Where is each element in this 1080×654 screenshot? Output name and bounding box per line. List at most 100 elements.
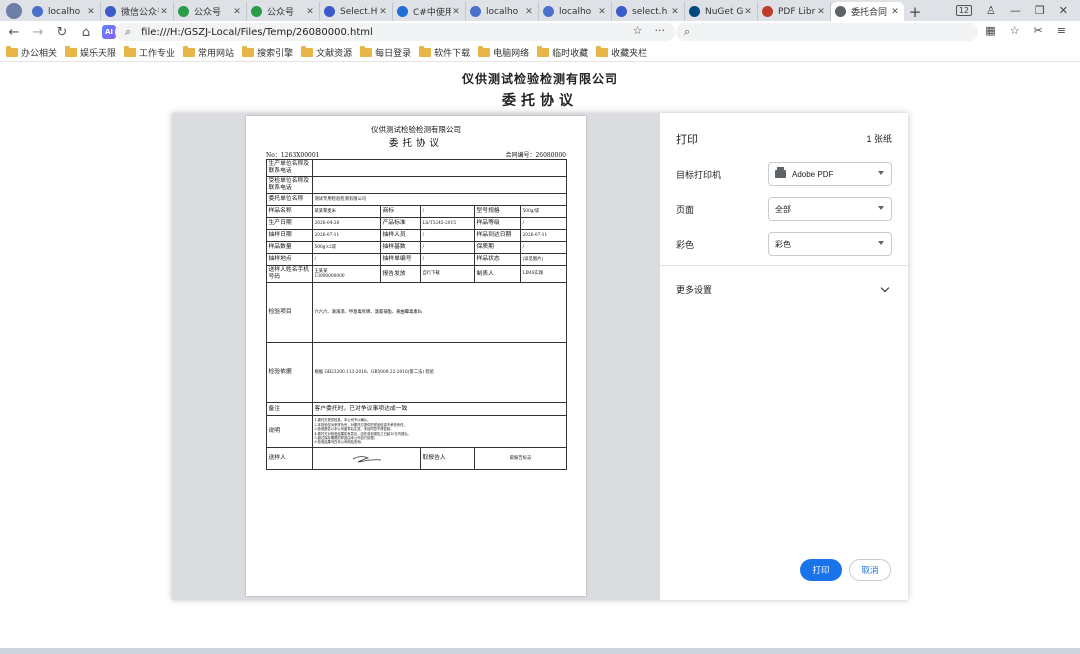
producer-label: 生产单位名称及联系电话 (266, 159, 313, 177)
folder-icon (301, 45, 314, 57)
signature-image (352, 455, 381, 462)
sample-name-value: 某某黎麦米 (312, 205, 381, 218)
tab-close-icon[interactable]: ✕ (86, 7, 96, 17)
reload-icon[interactable]: ↻ (52, 22, 72, 42)
home-icon[interactable]: ⌂ (76, 22, 96, 42)
globe-icon (470, 6, 481, 17)
url-text[interactable]: file:///H:/GSZJ-Local/Files/Temp/2608000… (141, 27, 373, 38)
base-label: 抽样基数 (380, 241, 421, 254)
bookmark-label: 常用网站 (198, 48, 235, 59)
bookmark-folder[interactable]: 电脑网络 (478, 45, 529, 59)
search-icon: ⌕ (684, 25, 691, 38)
brand-label: 商标 (380, 205, 421, 218)
star-icon[interactable]: ☆ (633, 24, 643, 37)
color-select[interactable]: 彩色 (768, 232, 892, 256)
chevron-down-icon (878, 241, 884, 245)
bookmark-folder[interactable]: 临时收藏 (537, 45, 589, 59)
gear-icon (105, 6, 116, 17)
tab-close-icon[interactable]: ✕ (378, 7, 388, 17)
search-input[interactable]: ⌕ (676, 23, 978, 41)
tab-close-icon[interactable]: ✕ (524, 7, 534, 17)
tab-close-icon[interactable]: ✕ (597, 7, 607, 17)
bookmark-folder[interactable]: 工作专业 (124, 45, 175, 59)
chevron-down-icon (880, 283, 890, 292)
sheet-no-label: 抽样单编号 (380, 253, 421, 266)
tab-2[interactable]: 公众号 ✕ (174, 2, 247, 21)
spec-label: 型号规格 (474, 205, 521, 218)
table-row: 检验项目 六六六、滴滴涕、甲基毒死蜱、溴氰菊酯、黄曲霉毒素B₁ (266, 282, 568, 343)
restore-icon[interactable]: ❐ (1035, 4, 1045, 17)
bookmark-folder[interactable]: 搜索引擎 (242, 45, 293, 59)
bookmark-folder[interactable]: 每日登录 (360, 45, 411, 59)
qty-value: 500g×2袋 (312, 241, 381, 254)
back-icon[interactable]: ← (4, 22, 24, 42)
tab-6[interactable]: localho ✕ (466, 2, 539, 21)
bookmark-folder[interactable]: 文献资源 (301, 45, 352, 59)
preview-sheet: 仪供测试检验检测有限公司 委托协议 No：1263X00001 合同编号：260… (246, 116, 586, 596)
minimize-icon[interactable]: — (1010, 4, 1021, 17)
tab-7[interactable]: localho ✕ (539, 2, 612, 21)
folder-icon (360, 45, 373, 57)
bookmark-folder[interactable]: 办公相关 (6, 45, 57, 59)
table-row: 说明 1.委托方提供信息，本公司予以确认。 2.本检验仅对来样负责，对委托方提供的… (266, 415, 568, 448)
pages-select[interactable]: 全部 (768, 197, 892, 221)
tab-close-icon[interactable]: ✕ (670, 7, 680, 17)
gear-icon (324, 6, 335, 17)
chevron-down-icon (878, 171, 884, 175)
remark-label: 备注 (266, 402, 313, 416)
bookmark-folder[interactable]: 收藏夹栏 (596, 45, 647, 59)
tab-close-icon[interactable]: ✕ (890, 7, 900, 17)
deliverer-label: 送样人 (266, 447, 313, 470)
menu-icon[interactable]: ≡ (1057, 24, 1066, 37)
bookmark-label: 临时收藏 (552, 48, 589, 59)
bookmark-label: 娱乐天限 (80, 48, 117, 59)
print-button[interactable]: 打印 (800, 559, 842, 581)
tab-1[interactable]: 微信公众号✕ (101, 2, 174, 21)
globe-icon (32, 6, 43, 17)
prod-date-label: 生产日期 (266, 217, 313, 230)
grid-icon[interactable]: ▦ (985, 24, 995, 37)
new-tab-button[interactable]: + (904, 2, 926, 21)
toolbar-actions: ▦ ☆ ✂ ≡ (985, 24, 1066, 37)
sheet-no-value: / (420, 253, 475, 266)
tab-close-icon[interactable]: ✕ (743, 7, 753, 17)
tab-4[interactable]: Select.H ✕ (320, 2, 393, 21)
address-bar[interactable]: ⌕ file:///H:/GSZJ-Local/Files/Temp/26080… (115, 23, 675, 41)
tab-10[interactable]: PDF Libr ✕ (758, 2, 831, 21)
destination-select[interactable]: Adobe PDF (768, 162, 892, 186)
bookmark-folder[interactable]: 软件下载 (419, 45, 470, 59)
cancel-button[interactable]: 取消 (849, 559, 891, 581)
tab-3[interactable]: 公众号 ✕ (247, 2, 320, 21)
nuget-icon (689, 6, 700, 17)
tab-label: localho (48, 6, 81, 17)
browser-logo-icon[interactable] (0, 0, 28, 21)
tab-close-icon[interactable]: ✕ (305, 7, 315, 17)
ai-assistant-button[interactable]: AI (102, 25, 116, 39)
tab-count-badge[interactable]: 12 (955, 5, 973, 16)
scissors-icon[interactable]: ✂ (1034, 24, 1043, 37)
bookmark-folder[interactable]: 常用网站 (183, 45, 235, 59)
forward-icon[interactable]: → (28, 22, 48, 42)
tab-9[interactable]: NuGet G ✕ (685, 2, 758, 21)
folder-icon (419, 45, 432, 57)
recycle-icon (251, 6, 262, 17)
favorites-icon[interactable]: ☆ (1010, 24, 1020, 37)
tab-close-icon[interactable]: ✕ (816, 7, 826, 17)
tab-0[interactable]: localho ✕ (28, 2, 101, 21)
tab-label: select.h (632, 6, 668, 17)
tab-close-icon[interactable]: ✕ (159, 7, 169, 17)
globe-icon (543, 6, 554, 17)
shirt-icon[interactable]: ♙ (986, 4, 996, 17)
table-row: 抽样日期 2026-07-11 抽样人员 / 样品到达日期 2026-07-11 (266, 229, 568, 242)
more-settings-toggle[interactable]: 更多设置 (676, 279, 892, 299)
tab-label: C#中使用 (413, 8, 451, 18)
tab-11[interactable]: 委托合同 ✕ (831, 2, 904, 21)
doc-title: 委托协议 (388, 138, 443, 149)
tab-close-icon[interactable]: ✕ (451, 7, 461, 17)
more-icon[interactable]: ··· (655, 24, 666, 37)
tab-5[interactable]: C#中使用 ✕ (393, 2, 466, 21)
bookmark-folder[interactable]: 娱乐天限 (65, 45, 117, 59)
close-icon[interactable]: ✕ (1059, 4, 1068, 17)
tab-8[interactable]: select.h ✕ (612, 2, 685, 21)
tab-close-icon[interactable]: ✕ (232, 7, 242, 17)
